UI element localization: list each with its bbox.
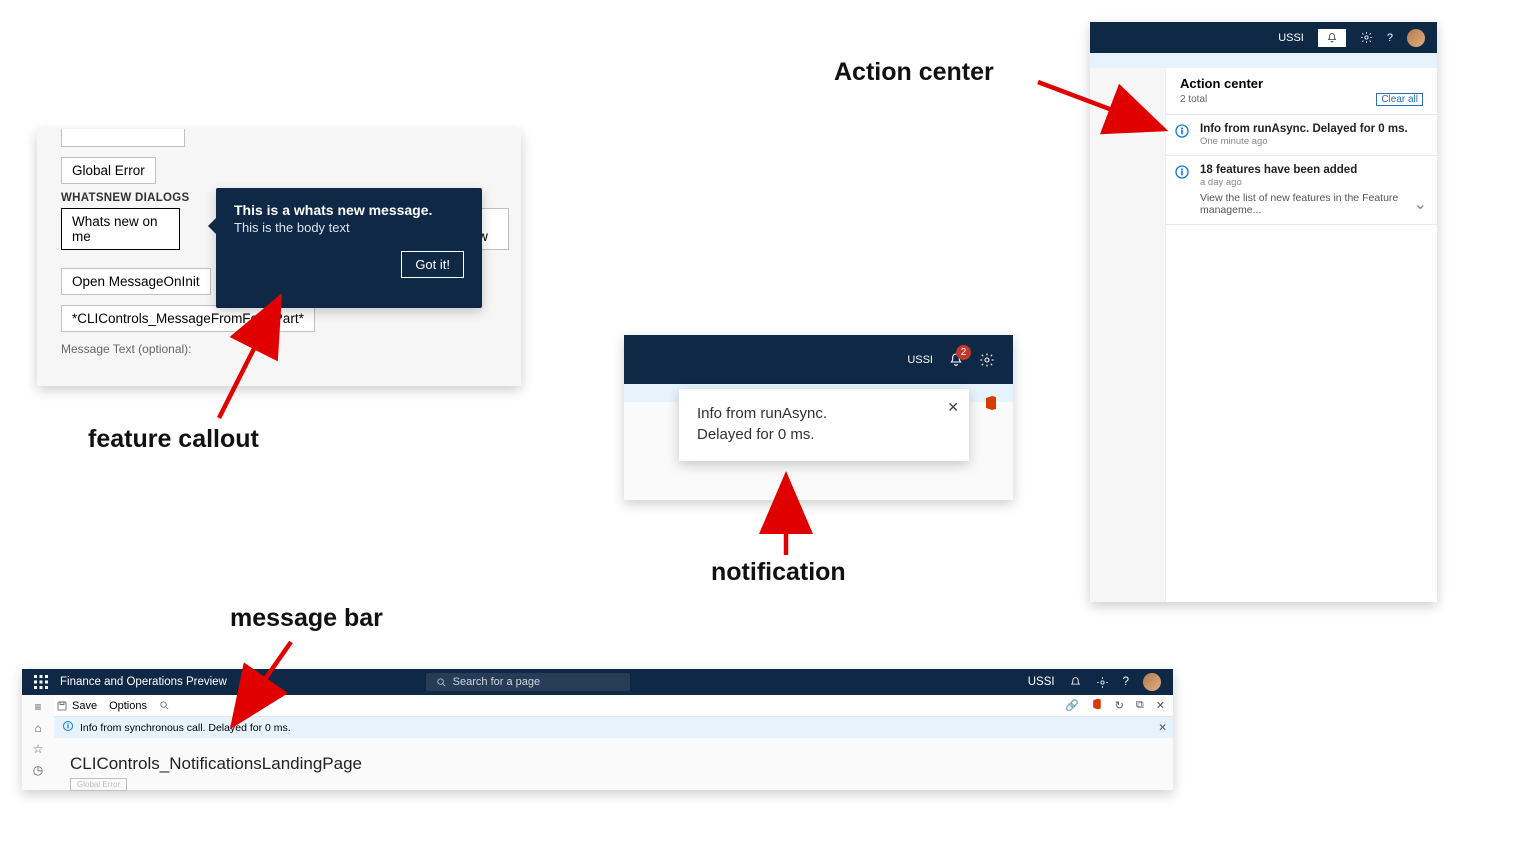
annotation-arrows — [0, 0, 1519, 853]
diagram-canvas: Global Error WHATSNEW DIALOGS Whats new … — [0, 0, 1519, 853]
